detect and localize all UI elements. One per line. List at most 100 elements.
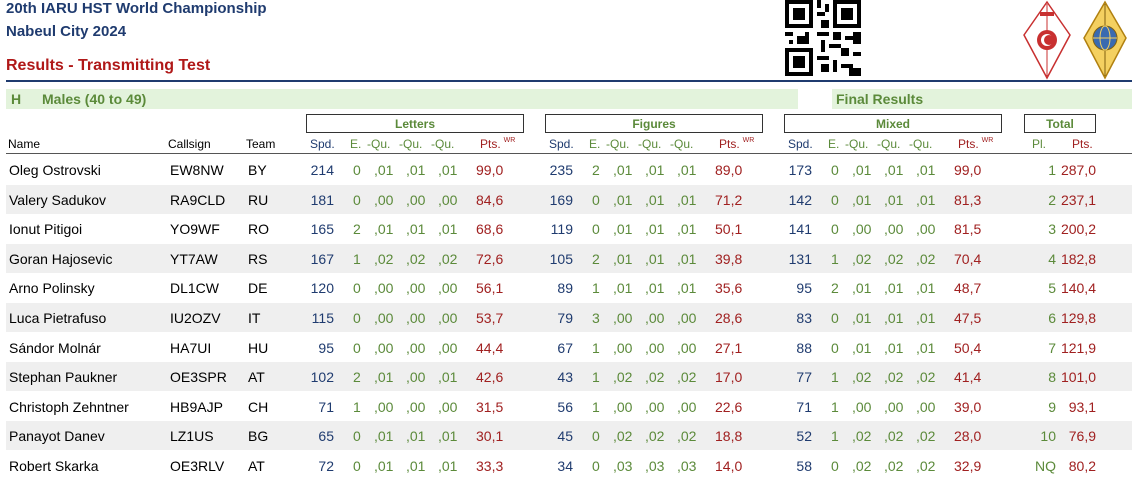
letters-qu2: ,01 [406, 428, 426, 445]
figures-points: 22,6 [715, 398, 743, 415]
col-total-pts: Pts. [1072, 137, 1093, 151]
figures-qu3: ,01 [677, 250, 697, 267]
figures-qu3: ,01 [677, 221, 697, 238]
mixed-qu1: ,01 [852, 162, 872, 178]
mixed-qu3: ,02 [916, 250, 936, 267]
figures-qu1: ,00 [613, 398, 633, 415]
table-row[interactable]: Arno Polinsky DL1CW DE 120 0 ,00 ,00 ,00 56,1 89 1… [6, 273, 1132, 302]
table-row[interactable]: Ionut Pitigoi YO9WF RO 165 2 ,01 ,01 ,01 68,6 119… [6, 214, 1132, 243]
table-row[interactable]: Luca Pietrafuso IU2OZV IT 115 0 ,00 ,00 ,00 53,7… [6, 303, 1132, 332]
letters-qu2: ,00 [406, 280, 426, 297]
figures-qu1: ,01 [613, 221, 633, 238]
letters-speed: 214 [310, 162, 334, 178]
team: RO [248, 221, 269, 238]
figures-group-header: Figures [545, 114, 763, 133]
figures-qu1: ,03 [613, 458, 633, 474]
mixed-speed: 58 [796, 458, 812, 474]
mixed-speed: 77 [796, 369, 812, 386]
letters-points: 30,1 [476, 428, 504, 445]
figures-errors: 1 [592, 280, 600, 297]
figures-qu3: ,00 [677, 310, 697, 326]
figures-qu1: ,02 [613, 428, 633, 445]
mixed-qu1: ,02 [852, 428, 872, 445]
letters-errors: 0 [353, 339, 361, 356]
final-results-label: Final Results [836, 91, 924, 107]
category-label: Males (40 to 49) [42, 91, 147, 107]
table-row[interactable]: Sándor Molnár HA7UI HU 95 0 ,00 ,00 ,00 44,4 67 1,… [6, 333, 1132, 362]
figures-points: 27,1 [715, 339, 743, 356]
figures-qu3: ,01 [677, 162, 697, 178]
mixed-points: 81,3 [954, 191, 982, 208]
mixed-errors: 1 [831, 369, 839, 386]
mixed-qu1: ,01 [852, 191, 872, 208]
figures-points: 89,0 [715, 162, 743, 178]
team: DE [248, 280, 268, 297]
competitor-name: Ionut Pitigoi [9, 221, 83, 238]
figures-errors: 1 [592, 369, 600, 386]
letters-points: 99,0 [476, 162, 504, 178]
callsign: YT7AW [170, 250, 218, 267]
mixed-qu1: ,02 [852, 369, 872, 386]
mixed-qu3: ,01 [916, 339, 936, 356]
table-row[interactable]: Goran Hajosevic YT7AW RS 167 1 ,02 ,02 ,02 72,6 1… [6, 243, 1132, 273]
championship-title: 20th IARU HST World Championship [6, 0, 267, 17]
mixed-col-e: E. [828, 137, 840, 151]
letters-qu3: ,00 [438, 339, 458, 356]
figures-errors: 1 [592, 339, 600, 356]
competitor-name: Sándor Molnár [9, 339, 101, 356]
figures-errors: 0 [592, 458, 600, 474]
mixed-qu2: ,01 [884, 162, 904, 178]
callsign: RA9CLD [170, 191, 226, 208]
letters-speed: 72 [318, 458, 334, 474]
total-points: 101,0 [1060, 369, 1096, 386]
mixed-points: 99,0 [954, 162, 982, 178]
letters-qu3: ,01 [438, 458, 458, 474]
figures-qu2: ,01 [645, 250, 665, 267]
letters-speed: 102 [310, 369, 334, 386]
callsign: OE3SPR [170, 369, 227, 386]
letters-points: 84,6 [476, 191, 504, 208]
qr-code-icon[interactable] [785, 0, 861, 76]
figures-speed: 43 [557, 369, 573, 386]
figures-col-qu2: -Qu. [638, 137, 662, 151]
team: CH [248, 398, 269, 415]
competitor-name: Oleg Ostrovski [9, 162, 101, 178]
mixed-points: 28,0 [954, 428, 982, 445]
figures-qu1: ,00 [613, 339, 633, 356]
table-row[interactable]: Oleg Ostrovski EW8NW BY 214 0 ,01 ,01 ,01 99,0 23… [6, 155, 1132, 184]
figures-points: 18,8 [715, 428, 743, 445]
figures-qu1: ,01 [613, 280, 633, 297]
mixed-col-qu3: -Qu. [909, 137, 933, 151]
figures-qu2: ,00 [645, 398, 665, 415]
mixed-speed: 142 [788, 191, 812, 208]
figures-qu2: ,01 [645, 280, 665, 297]
table-row[interactable]: Valery Sadukov RA9CLD RU 181 0 ,00 ,00 ,00 84,6 1… [6, 184, 1132, 214]
letters-qu3: ,00 [438, 398, 458, 415]
mixed-errors: 1 [831, 428, 839, 445]
figures-qu3: ,01 [677, 280, 697, 297]
competitor-name: Luca Pietrafuso [9, 310, 107, 326]
table-row[interactable]: Christoph Zehntner HB9AJP CH 71 1 ,00 ,00 ,00 31… [6, 392, 1132, 421]
figures-speed: 119 [550, 221, 573, 238]
letters-points: 31,5 [476, 398, 504, 415]
mixed-qu1: ,02 [852, 458, 872, 474]
table-row[interactable]: Panayot Danev LZ1US BG 65 0 ,01 ,01 ,01 30,1 45 0,… [6, 421, 1132, 451]
mixed-qu1: ,01 [852, 280, 872, 297]
mixed-col-qu2: -Qu. [877, 137, 901, 151]
mixed-points: 50,4 [954, 339, 982, 356]
team: AT [248, 458, 265, 474]
table-row[interactable]: Robert Skarka OE3RLV AT 72 0 ,01 ,01 ,01 33,3 34 0… [6, 451, 1132, 480]
letters-speed: 115 [311, 310, 334, 326]
table-row[interactable]: Stephan Paukner OE3SPR AT 102 2 ,01 ,00 ,01 42,6… [6, 362, 1132, 392]
total-points: 93,1 [1068, 398, 1096, 415]
figures-qu2: ,03 [645, 458, 665, 474]
mixed-wr-mark: WR [981, 137, 994, 144]
figures-points: 17,0 [715, 369, 743, 386]
letters-qu2: ,01 [406, 458, 426, 474]
figures-speed: 89 [557, 280, 573, 297]
mixed-qu2: ,02 [884, 250, 904, 267]
callsign: EW8NW [170, 162, 224, 178]
letters-qu1: ,00 [374, 310, 394, 326]
figures-qu1: ,01 [613, 250, 633, 267]
results-title: Results - Transmitting Test [6, 57, 211, 74]
